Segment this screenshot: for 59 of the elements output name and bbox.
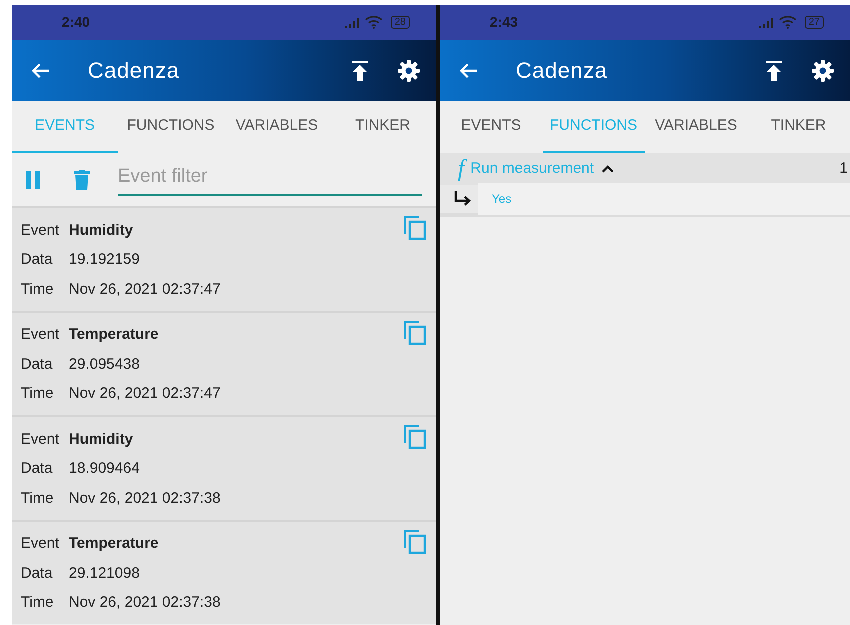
- event-name: Temperature: [69, 325, 159, 345]
- upload-icon[interactable]: [352, 60, 368, 80]
- data-value: 29.095438: [69, 354, 140, 374]
- data-value: 19.192159: [69, 250, 140, 270]
- field-label: Time: [21, 280, 55, 300]
- wifi-icon: [778, 16, 797, 29]
- field-label: Data: [21, 354, 54, 374]
- signal-icon: [758, 18, 775, 28]
- event-filter-field[interactable]: Event filter: [118, 162, 422, 196]
- status-time: 2:43: [490, 13, 518, 32]
- field-label: Time: [21, 488, 55, 508]
- field-label: Time: [21, 593, 55, 613]
- field-label: Data: [21, 459, 54, 479]
- timestamp: Nov 26, 2021 02:37:38: [69, 593, 221, 613]
- app-title: Cadenza: [516, 57, 608, 85]
- settings-icon[interactable]: [812, 60, 834, 82]
- function-name: Run measurement: [470, 158, 594, 179]
- trash-icon: [74, 170, 90, 190]
- settings-icon[interactable]: [398, 60, 420, 82]
- battery-indicator: 27: [804, 16, 824, 29]
- function-result: 1: [840, 158, 848, 179]
- copy-icon: [404, 425, 426, 449]
- timestamp: Nov 26, 2021 02:37:47: [69, 384, 221, 404]
- data-value: 18.909464: [69, 459, 140, 479]
- event-name: Humidity: [69, 220, 134, 240]
- tab[interactable]: EVENTS: [440, 101, 542, 153]
- timestamp: Nov 26, 2021 02:37:47: [69, 280, 221, 300]
- data-value: 29.121098: [69, 564, 140, 584]
- field-label: Data: [21, 564, 54, 584]
- caret-up-icon[interactable]: [602, 165, 614, 173]
- field-label: Data: [21, 250, 54, 270]
- field-label: Time: [21, 384, 55, 404]
- back-arrow-icon[interactable]: [32, 62, 50, 78]
- copy-icon: [404, 530, 426, 554]
- copy-icon: [404, 216, 426, 240]
- tab[interactable]: TINKER: [748, 101, 850, 153]
- function-row[interactable]: f Run measurement 1: [440, 153, 850, 185]
- function-symbol-icon: f: [458, 157, 465, 181]
- return-arrow-icon: [454, 191, 472, 207]
- field-label: Event: [21, 534, 60, 554]
- field-label: Event: [21, 325, 60, 345]
- field-label: Event: [21, 430, 60, 450]
- event-name: Temperature: [69, 534, 159, 554]
- status-time: 2:40: [62, 13, 90, 32]
- field-label: Event: [21, 220, 60, 240]
- back-arrow-icon[interactable]: [460, 62, 478, 78]
- battery-indicator: 28: [390, 16, 410, 29]
- upload-icon[interactable]: [766, 60, 782, 80]
- tab[interactable]: VARIABLES: [645, 101, 748, 153]
- app-title: Cadenza: [88, 57, 180, 85]
- tab[interactable]: FUNCTIONS: [118, 101, 224, 153]
- pause-icon: [26, 170, 40, 188]
- copy-icon: [404, 320, 426, 344]
- event-name: Humidity: [69, 430, 134, 450]
- timestamp: Nov 26, 2021 02:37:38: [69, 488, 221, 508]
- wifi-icon: [364, 16, 383, 29]
- tab[interactable]: TINKER: [330, 101, 436, 153]
- tab[interactable]: VARIABLES: [224, 101, 330, 153]
- signal-icon: [344, 18, 361, 28]
